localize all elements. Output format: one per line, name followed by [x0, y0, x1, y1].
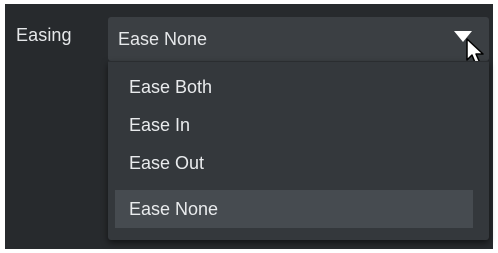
properties-panel: Easing Ease None Ease Both Ease In Ease …	[5, 4, 493, 249]
option-ease-out[interactable]: Ease Out	[115, 144, 473, 182]
easing-label: Easing	[16, 25, 72, 45]
option-ease-in[interactable]: Ease In	[115, 106, 473, 144]
option-ease-none[interactable]: Ease None	[115, 190, 473, 228]
easing-dropdown-list: Ease Both Ease In Ease Out Ease None	[108, 61, 489, 240]
easing-select[interactable]: Ease None	[108, 17, 489, 66]
easing-selected-value: Ease None	[118, 29, 208, 49]
option-label: Ease In	[129, 115, 191, 135]
option-ease-both[interactable]: Ease Both	[115, 68, 473, 106]
option-label: Ease Out	[129, 153, 205, 173]
option-label: Ease None	[129, 199, 219, 219]
option-label: Ease Both	[129, 77, 213, 97]
